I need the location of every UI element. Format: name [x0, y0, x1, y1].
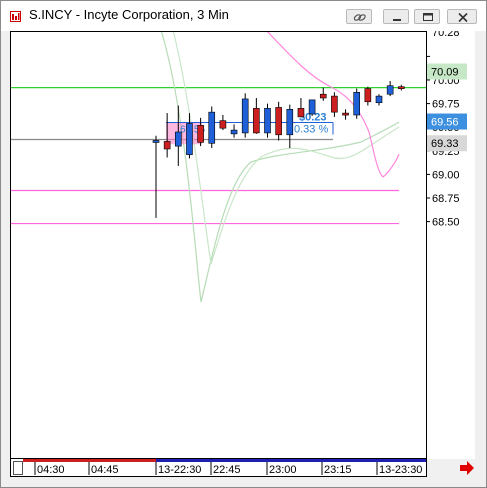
price-axis[interactable]: 70.2870.0069.7569.5069.2569.0068.7568.50…	[427, 27, 475, 459]
measure-percent-label: 0.33 %	[294, 124, 328, 136]
price-badge-label: 69.56	[431, 117, 459, 129]
candle-22:57[interactable]	[253, 108, 260, 134]
time-axis[interactable]: 04:30 04:45 13-22:30 22:45 23:00 23:15 13-23:3…	[10, 459, 427, 477]
time-tick-label: 13-23:30	[379, 464, 422, 476]
candle-22:51[interactable]	[230, 129, 238, 135]
title-bar: S.INCY - Incyte Corporation, 3 Min	[1, 1, 486, 31]
price-tick-label: 68.50	[432, 217, 460, 229]
price-tick-partial: 70.28	[432, 31, 460, 39]
app-icon	[10, 11, 21, 22]
chain-link-icon	[353, 14, 366, 21]
chart-window: S.INCY - Incyte Corporation, 3 Min 69.	[0, 0, 487, 488]
candle-23:18[interactable]	[331, 95, 338, 113]
candle-22:48[interactable]	[219, 120, 227, 129]
price-badge-label: 70.09	[431, 67, 459, 79]
candle-22:36[interactable]	[175, 131, 182, 147]
minimize-button[interactable]	[383, 9, 409, 24]
candle-22:45[interactable]	[208, 111, 216, 144]
candle-23:09[interactable]	[297, 108, 305, 118]
candle-23:30[interactable]	[375, 95, 383, 104]
price-tick-label: 69.75	[432, 99, 460, 111]
session-bar-regular	[156, 459, 426, 462]
candle-23:33[interactable]	[386, 85, 394, 95]
time-tick-label: 13-22:30	[158, 464, 201, 476]
close-button[interactable]	[447, 9, 477, 24]
candle-22:39[interactable]	[186, 123, 193, 155]
candle-22:42[interactable]	[197, 125, 204, 143]
candle-23:36[interactable]	[397, 86, 405, 89]
candle-22:33[interactable]	[163, 141, 171, 150]
time-tick-label: 04:45	[91, 464, 119, 476]
minimize-icon	[393, 19, 401, 21]
scroll-right-arrow-icon[interactable]	[457, 459, 477, 477]
maximize-button[interactable]	[414, 9, 440, 24]
price-tick-label: 68.75	[432, 193, 460, 205]
time-tick-label: 23:00	[269, 464, 297, 476]
price-axis-svg: 70.2870.0069.7569.5069.2569.0068.7568.50…	[427, 27, 467, 229]
plot-area[interactable]: 69.56$0.230.33 %	[10, 29, 427, 459]
session-bar-pre	[23, 459, 156, 462]
chart-plot: 69.56$0.230.33 %	[11, 29, 426, 303]
link-button[interactable]	[346, 9, 372, 24]
candle-23:06[interactable]	[286, 109, 294, 136]
indicator-curve-2	[172, 29, 400, 265]
time-tick-label: 23:15	[324, 464, 352, 476]
time-tick-label: 22:45	[213, 464, 241, 476]
candle-22:54[interactable]	[241, 98, 249, 134]
candle-23:15[interactable]	[319, 93, 327, 99]
price-tick-label: 69.00	[432, 169, 460, 181]
time-axis-svg: 04:30 04:45 13-22:30 22:45 23:00 23:15 13-23:3…	[23, 459, 426, 476]
candle-22:30[interactable]	[152, 140, 160, 143]
candle-23:00[interactable]	[264, 108, 271, 134]
candle-23:27[interactable]	[364, 88, 372, 103]
price-badge-label: 69.33	[431, 138, 459, 150]
close-icon	[458, 12, 468, 23]
candle-23:21[interactable]	[342, 112, 349, 116]
time-tick-label: 04:30	[37, 464, 65, 476]
maximize-icon	[423, 13, 433, 21]
candle-23:24[interactable]	[353, 92, 361, 116]
candle-23:12[interactable]	[308, 99, 316, 115]
indicator-curve-1	[160, 29, 400, 303]
candle-23:03[interactable]	[275, 107, 282, 136]
window-title: S.INCY - Incyte Corporation, 3 Min	[29, 7, 229, 22]
scroll-handle[interactable]	[13, 461, 23, 475]
